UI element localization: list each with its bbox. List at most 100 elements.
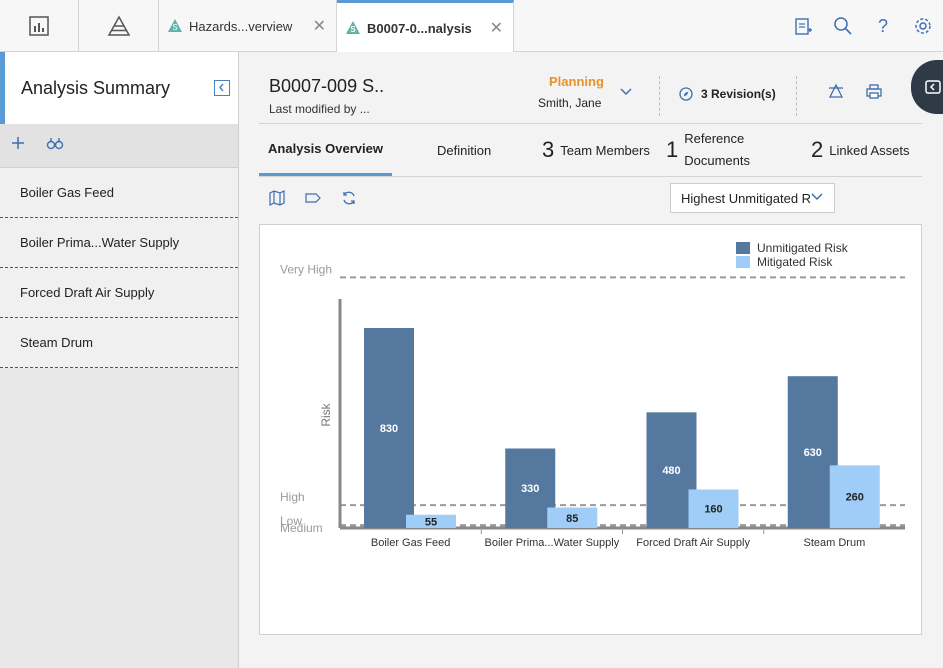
tab-analysis[interactable]: S B0007-0...nalysis ✕: [337, 0, 514, 53]
print-icon: [866, 84, 882, 99]
help-button[interactable]: ?: [863, 16, 903, 36]
dropdown-value: Highest Unmitigated R: [681, 190, 812, 206]
hazard-tree-icon: [828, 83, 844, 98]
top-bar: S Hazards...verview ✕ S B0007-0...nalysi…: [0, 0, 943, 53]
sidebar-item-boiler-primary-water-supply[interactable]: Boiler Prima...Water Supply: [0, 218, 238, 268]
sidebar-item-label: Boiler Prima...Water Supply: [20, 235, 180, 250]
tabs-divider: [259, 176, 922, 177]
x-tick-label: Boiler Gas Feed: [371, 537, 450, 549]
sidebar-item-label: Steam Drum: [20, 335, 93, 350]
pyramid-icon: [107, 15, 130, 36]
legend-swatch: [736, 242, 750, 254]
x-tick-label: Boiler Prima...Water Supply: [485, 537, 620, 549]
svg-text:S: S: [350, 25, 356, 34]
binoculars-icon: [46, 138, 64, 150]
risk-bar-chart: Very HighHighMediumLowRisk83055Boiler Ga…: [280, 241, 905, 549]
y-axis-label: Risk: [319, 402, 333, 426]
tab-hazards-overview[interactable]: S Hazards...verview ✕: [159, 0, 337, 52]
bar-value-label: 160: [704, 504, 722, 516]
clipboard-add-icon: [795, 18, 812, 35]
bar-value-label: 330: [521, 483, 539, 495]
map-icon: [269, 190, 285, 206]
tab-label: B0007-0...nalysis: [367, 20, 472, 36]
tab-linked-assets[interactable]: 2 Linked Assets: [811, 124, 909, 176]
compass-icon: [679, 87, 693, 101]
x-tick-label: Steam Drum: [804, 537, 866, 549]
settings-button[interactable]: [903, 16, 943, 36]
bar-value-label: 85: [566, 513, 578, 525]
state-owner: Smith, Jane: [538, 96, 602, 110]
hazards-home-tab[interactable]: [79, 0, 159, 52]
sidebar-item-steam-drum[interactable]: Steam Drum: [0, 318, 238, 368]
plus-icon: [12, 137, 24, 149]
tab-label: Team Members: [560, 142, 650, 158]
chevron-down-icon: [811, 193, 823, 201]
label-button[interactable]: [305, 190, 321, 211]
tab-definition[interactable]: Definition: [437, 124, 491, 176]
hazard-analysis-icon: S: [168, 19, 182, 32]
map-view-button[interactable]: [269, 190, 285, 211]
tab-label-line: Reference: [684, 131, 745, 146]
tab-count: 2: [811, 137, 824, 162]
chevron-left-icon: [219, 83, 224, 92]
close-icon[interactable]: ✕: [490, 18, 503, 38]
last-modified-text: Last modified by ...: [269, 102, 370, 116]
dashboard-icon: [29, 16, 49, 36]
threshold-label: High: [280, 490, 305, 504]
hazard-tree-button[interactable]: [827, 82, 845, 105]
analysis-main-panel: B0007-009 S.. Last modified by ... Plann…: [239, 52, 943, 668]
tab-analysis-overview[interactable]: Analysis Overview: [259, 124, 392, 176]
svg-text:?: ?: [878, 16, 888, 36]
sidebar-toolbar: [0, 124, 238, 168]
analysis-summary-sidebar: Analysis Summary Boiler Gas Feed Boiler …: [0, 52, 239, 668]
tab-label: Definition: [437, 142, 492, 158]
dashboard-tab[interactable]: [0, 0, 79, 52]
bar-value-label: 55: [425, 516, 437, 528]
state-label: Planning: [549, 74, 604, 89]
close-icon[interactable]: ✕: [313, 16, 326, 36]
threshold-label: Very High: [280, 262, 332, 276]
tab-label: Hazards...verview: [189, 18, 293, 34]
sidebar-item-label: Forced Draft Air Supply: [20, 285, 155, 300]
sidebar-title: Analysis Summary: [21, 78, 171, 98]
hazard-analysis-icon: S: [346, 21, 360, 34]
tab-count: 1: [666, 137, 679, 162]
tab-label-line: Documents: [684, 153, 750, 168]
gear-icon: [915, 18, 931, 34]
top-right-toolbar: ?: [783, 0, 943, 52]
page-title: B0007-009 S..: [269, 76, 385, 96]
bar-value-label: 830: [380, 423, 398, 435]
collapse-sidebar-button[interactable]: [214, 80, 230, 96]
chevron-down-icon: [620, 88, 632, 96]
search-icon: [834, 17, 852, 35]
find-button[interactable]: [46, 135, 64, 156]
threshold-label: Low: [280, 514, 302, 528]
risk-sort-dropdown[interactable]: Highest Unmitigated R: [670, 183, 835, 213]
bar-value-label: 630: [804, 447, 822, 459]
legend-label: Mitigated Risk: [757, 255, 833, 269]
state-menu-button[interactable]: [619, 84, 633, 102]
refresh-button[interactable]: [341, 190, 357, 211]
tab-reference-documents[interactable]: 1 Reference Documents: [666, 124, 750, 176]
add-button[interactable]: [10, 135, 26, 156]
sidebar-item-boiler-gas-feed[interactable]: Boiler Gas Feed: [0, 168, 238, 218]
sidebar-header: Analysis Summary: [0, 52, 238, 124]
bar-value-label: 260: [846, 492, 864, 504]
header-divider: [796, 76, 797, 116]
revisions-label: 3 Revision(s): [701, 87, 776, 101]
expand-panel-icon: [925, 80, 941, 94]
sidebar-item-label: Boiler Gas Feed: [20, 185, 114, 200]
side-panel-toggle[interactable]: [911, 60, 943, 114]
svg-text:S: S: [172, 23, 177, 32]
bar-value-label: 480: [662, 465, 680, 477]
revisions-button[interactable]: 3 Revision(s): [679, 87, 776, 101]
tab-label: Linked Assets: [829, 142, 910, 158]
print-button[interactable]: [865, 82, 883, 105]
header-divider: [659, 76, 660, 116]
search-button[interactable]: [823, 16, 863, 36]
tab-team-members[interactable]: 3 Team Members: [542, 124, 650, 176]
sidebar-item-forced-draft-air-supply[interactable]: Forced Draft Air Supply: [0, 268, 238, 318]
queries-button[interactable]: [783, 16, 823, 36]
tab-count: 3: [542, 137, 555, 162]
tab-label: Reference Documents: [684, 128, 750, 172]
